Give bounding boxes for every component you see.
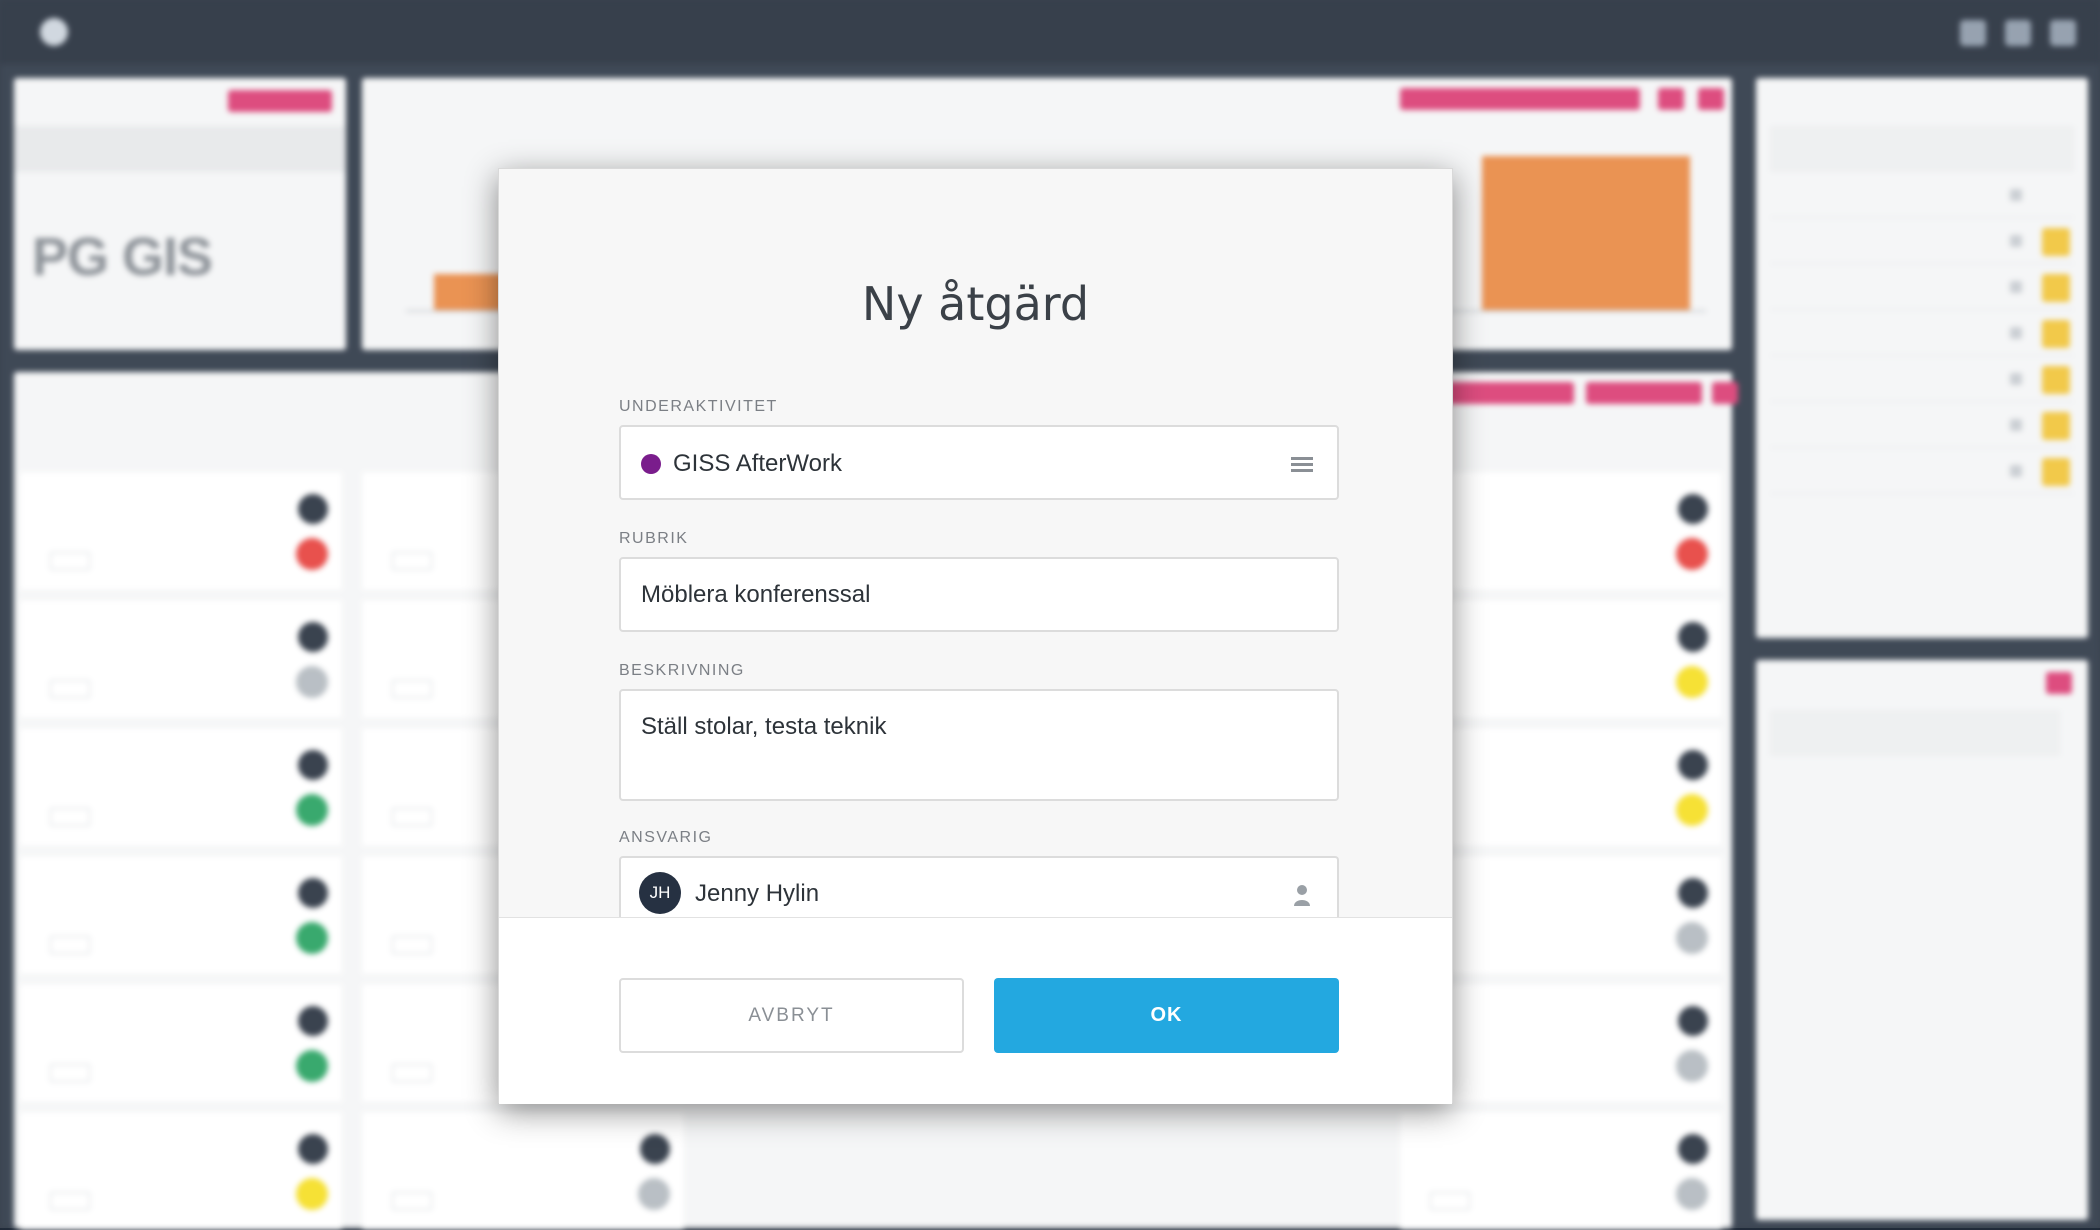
ansvarig-label: ANSVARIG: [619, 829, 713, 846]
rubrik-input[interactable]: Möblera konferenssal: [619, 557, 1339, 632]
rubrik-value: Möblera konferenssal: [641, 581, 871, 608]
beskrivning-value: Ställ stolar, testa teknik: [641, 713, 887, 740]
new-action-dialog: Ny åtgärd UNDERAKTIVITET GISS AfterWork …: [498, 168, 1453, 1104]
beskrivning-textarea[interactable]: Ställ stolar, testa teknik: [619, 689, 1339, 801]
beskrivning-label: BESKRIVNING: [619, 662, 745, 679]
rubrik-label: RUBRIK: [619, 530, 689, 547]
dialog-title: Ny åtgärd: [861, 277, 1090, 331]
menu-icon[interactable]: [1291, 457, 1313, 473]
ansvarig-value: Jenny Hylin: [695, 880, 820, 907]
underaktivitet-value: GISS AfterWork: [673, 450, 842, 477]
cancel-button[interactable]: AVBRYT: [619, 978, 964, 1053]
underaktivitet-select[interactable]: GISS AfterWork: [619, 425, 1339, 500]
subactivity-color-dot: [641, 454, 661, 474]
underaktivitet-label: UNDERAKTIVITET: [619, 398, 778, 415]
ansvarig-select[interactable]: JH Jenny Hylin: [619, 856, 1339, 918]
ok-button[interactable]: OK: [994, 978, 1339, 1053]
person-icon: [1294, 885, 1310, 906]
dialog-footer: AVBRYT OK: [499, 917, 1452, 1104]
avatar: JH: [639, 872, 681, 914]
